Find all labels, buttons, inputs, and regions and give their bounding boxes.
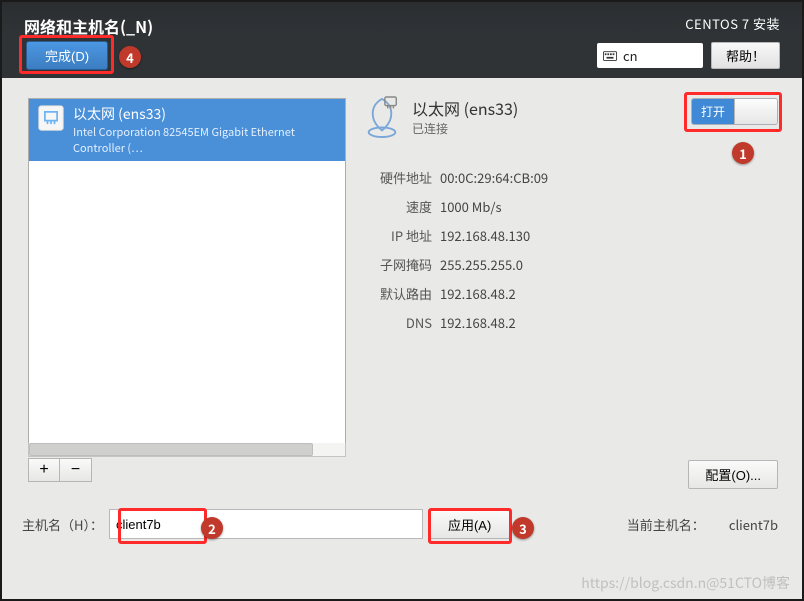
mask-value: 255.255.255.0	[440, 255, 778, 274]
keyboard-icon	[603, 49, 617, 63]
page-title: 网络和主机名(_N)	[24, 14, 153, 38]
connection-toggle[interactable]: 打开	[691, 98, 778, 125]
gw-label: 默认路由	[362, 284, 432, 303]
hostname-input[interactable]	[109, 509, 423, 539]
current-hostname-label: 当前主机名：	[627, 515, 705, 534]
callout-badge-3: 3	[512, 517, 534, 539]
connection-status: 已连接	[412, 120, 518, 137]
install-label: CENTOS 7 安装	[685, 14, 780, 33]
dns-label: DNS	[362, 313, 432, 332]
interface-scrollbar[interactable]	[28, 443, 346, 457]
connection-title: 以太网 (ens33)	[412, 96, 518, 120]
remove-interface-button[interactable]: −	[60, 458, 92, 482]
current-hostname-value: client7b	[729, 515, 778, 534]
callout-badge-2: 2	[201, 517, 223, 539]
toggle-on-label: 打开	[692, 99, 734, 124]
callout-badge-1: 1	[732, 142, 754, 164]
mask-label: 子网掩码	[362, 255, 432, 274]
help-button[interactable]: 帮助！	[711, 42, 780, 69]
keyboard-layout: cn	[623, 46, 638, 65]
interface-list[interactable]: 以太网 (ens33) Intel Corporation 82545EM Gi…	[28, 98, 346, 445]
header: 网络和主机名(_N) 完成(D) CENTOS 7 安装 cn 帮助！	[2, 2, 802, 78]
connection-icon	[362, 96, 402, 142]
configure-button[interactable]: 配置(O)...	[688, 460, 778, 489]
ip-value: 192.168.48.130	[440, 226, 778, 245]
toggle-knob	[734, 99, 777, 124]
hwaddr-value: 00:0C:29:64:CB:09	[440, 168, 778, 187]
interface-name: 以太网 (ens33)	[73, 104, 337, 124]
add-interface-button[interactable]: +	[28, 458, 60, 482]
done-button[interactable]: 完成(D)	[26, 41, 108, 70]
hostname-label: 主机名（H）：	[22, 515, 103, 534]
ethernet-icon	[37, 104, 65, 156]
apply-hostname-button[interactable]: 应用(A)	[429, 510, 510, 539]
callout-badge-4: 4	[119, 46, 141, 68]
speed-label: 速度	[362, 197, 432, 216]
keyboard-indicator[interactable]: cn	[597, 43, 703, 68]
dns-value: 192.168.48.2	[440, 313, 778, 332]
properties-grid: 硬件地址 00:0C:29:64:CB:09 速度 1000 Mb/s IP 地…	[362, 168, 778, 332]
interface-item-ens33[interactable]: 以太网 (ens33) Intel Corporation 82545EM Gi…	[29, 99, 345, 161]
gw-value: 192.168.48.2	[440, 284, 778, 303]
hwaddr-label: 硬件地址	[362, 168, 432, 187]
ip-label: IP 地址	[362, 226, 432, 245]
speed-value: 1000 Mb/s	[440, 197, 778, 216]
interface-detail: Intel Corporation 82545EM Gigabit Ethern…	[73, 124, 337, 156]
